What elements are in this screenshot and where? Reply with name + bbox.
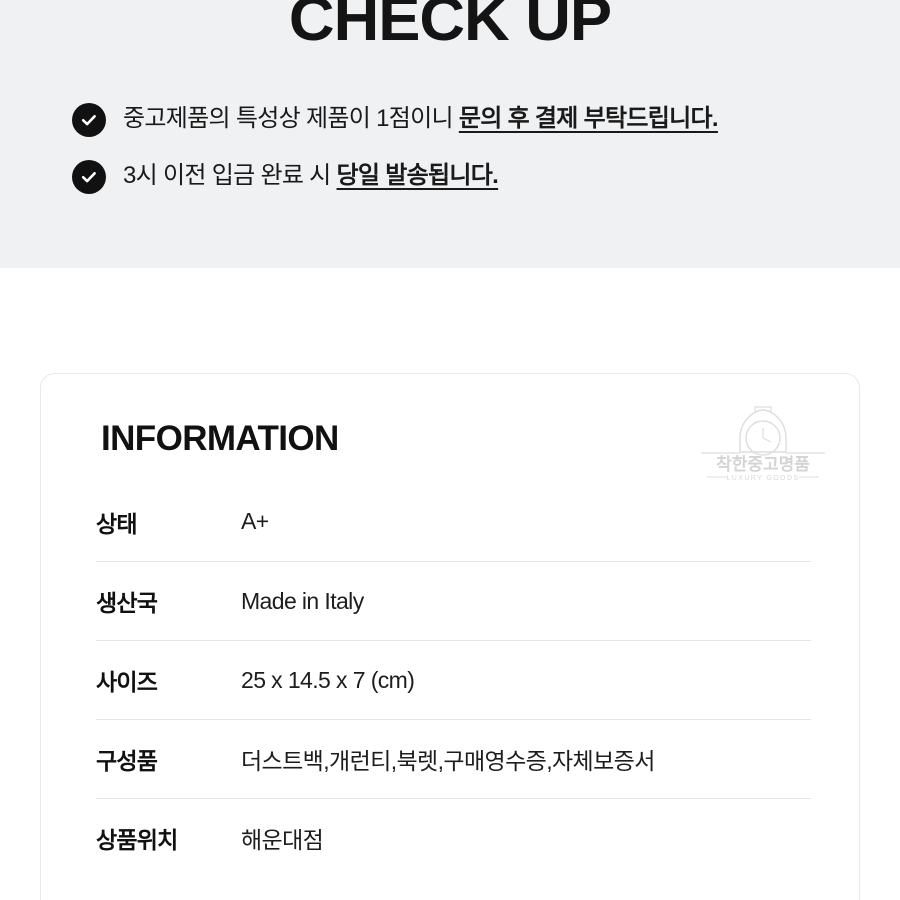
spec-label: 구성품 [96, 748, 158, 774]
check-item-text: 3시 이전 입금 완료 시 당일 발송됩니다. [123, 159, 499, 193]
product-detail-page: CHECK UP 중고제품의 특성상 제품이 1점이니 문의 후 결제 부탁드립… [0, 0, 900, 900]
check-item-emphasis: 당일 발송됩니다. [336, 162, 499, 189]
check-item-text: 중고제품의 특성상 제품이 1점이니 문의 후 결제 부탁드립니다. [123, 102, 719, 136]
checkup-heading: CHECK UP [288, 0, 612, 54]
spec-value: A+ [241, 508, 269, 534]
check-item-emphasis: 문의 후 결제 부탁드립니다. [458, 105, 719, 132]
check-item: 중고제품의 특성상 제품이 1점이니 문의 후 결제 부탁드립니다. [72, 102, 882, 137]
table-row: 구성품 더스트백,개런티,북렛,구매영수증,자체보증서 [96, 719, 811, 798]
information-card: INFORMATION 착한중고명품 LUXURY GOODS 상태 A+ 생산… [40, 373, 860, 900]
svg-text:착한중고명품: 착한중고명품 [716, 455, 810, 474]
table-row: 생산국 Made in Italy [96, 561, 811, 640]
check-item-lead: 중고제품의 특성상 제품이 1점이니 [123, 105, 459, 132]
spec-label: 생산국 [96, 590, 158, 616]
table-row: 상품위치 해운대점 [96, 798, 811, 877]
table-row: 상태 A+ [96, 482, 811, 561]
information-spec-table: 상태 A+ 생산국 Made in Italy 사이즈 25 x 14.5 x … [96, 482, 811, 877]
checkup-section: CHECK UP 중고제품의 특성상 제품이 1점이니 문의 후 결제 부탁드립… [0, 0, 900, 268]
information-heading: INFORMATION [101, 419, 339, 458]
spec-label: 사이즈 [96, 669, 158, 695]
table-row: 사이즈 25 x 14.5 x 7 (cm) [96, 640, 811, 719]
information-card-header: INFORMATION 착한중고명품 LUXURY GOODS [41, 374, 859, 482]
spec-label: 상태 [96, 510, 138, 537]
check-circle-icon [72, 103, 106, 137]
brand-watermark-logo: 착한중고명품 LUXURY GOODS [699, 404, 827, 482]
spec-value: Made in Italy [241, 587, 364, 614]
checkup-list: 중고제품의 특성상 제품이 1점이니 문의 후 결제 부탁드립니다. 3시 이전… [72, 102, 882, 216]
spec-value: 해운대점 [241, 827, 324, 853]
check-item: 3시 이전 입금 완료 시 당일 발송됩니다. [72, 159, 882, 194]
svg-text:LUXURY GOODS: LUXURY GOODS [727, 475, 800, 482]
spec-value: 더스트백,개런티,북렛,구매영수증,자체보증서 [241, 748, 655, 774]
check-circle-icon [72, 160, 106, 194]
spec-value: 25 x 14.5 x 7 (cm) [241, 666, 415, 693]
spec-label: 상품위치 [96, 827, 178, 853]
check-item-lead: 3시 이전 입금 완료 시 [123, 162, 337, 189]
